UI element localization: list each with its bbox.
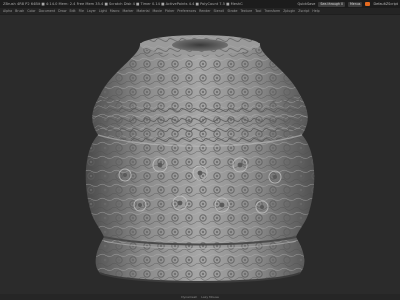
menu-file[interactable]: File xyxy=(79,9,84,13)
menu-alpha[interactable]: Alpha xyxy=(3,9,12,13)
menu-preferences[interactable]: Preferences xyxy=(177,9,196,13)
title-bar-controls: QuickSave See-through 0 Menus DefaultZSc… xyxy=(297,0,400,8)
menu-transform[interactable]: Transform xyxy=(264,9,280,13)
menu-stencil[interactable]: Stencil xyxy=(214,9,225,13)
menu-tool[interactable]: Tool xyxy=(255,9,261,13)
status-right[interactable]: Lazy Mouse xyxy=(201,295,219,299)
menu-picker[interactable]: Picker xyxy=(165,9,175,13)
vase-body xyxy=(85,43,315,283)
menu-layer[interactable]: Layer xyxy=(87,9,96,13)
quicksave-button[interactable]: QuickSave xyxy=(297,2,315,6)
menu-movie[interactable]: Movie xyxy=(152,9,161,13)
menu-render[interactable]: Render xyxy=(199,9,210,13)
menu-material[interactable]: Material xyxy=(137,9,150,13)
menus-button[interactable]: Menus xyxy=(348,1,363,7)
vase-opening xyxy=(140,35,260,55)
title-bar: ZBrush 4R8 P2 64Bit ■ 4:14.0 Mem: 2.4 Fr… xyxy=(0,0,400,8)
bottom-status-bar: Dynamesh Lazy Mouse xyxy=(0,294,400,300)
menu-document[interactable]: Document xyxy=(39,9,56,13)
menu-brush[interactable]: Brush xyxy=(15,9,24,13)
menu-texture[interactable]: Texture xyxy=(240,9,252,13)
menu-color[interactable]: Color xyxy=(27,9,35,13)
menu-draw[interactable]: Draw xyxy=(58,9,66,13)
orange-swatch-icon[interactable] xyxy=(365,2,371,6)
menu-marker[interactable]: Marker xyxy=(123,9,134,13)
sculpted-vase-model[interactable] xyxy=(0,15,400,295)
menu-help[interactable]: Help xyxy=(312,9,319,13)
see-through-slider[interactable]: See-through 0 xyxy=(318,1,346,7)
default-script-label[interactable]: DefaultZScript xyxy=(373,2,398,6)
menu-zplugin[interactable]: Zplugin xyxy=(283,9,295,13)
menu-stroke[interactable]: Stroke xyxy=(227,9,237,13)
window-title: ZBrush 4R8 P2 64Bit ■ 4:14.0 Mem: 2.4 Fr… xyxy=(3,2,243,6)
menu-macro[interactable]: Macro xyxy=(110,9,120,13)
menu-light[interactable]: Light xyxy=(99,9,107,13)
status-left[interactable]: Dynamesh xyxy=(181,295,197,299)
canvas-viewport[interactable] xyxy=(0,14,400,295)
menu-edit[interactable]: Edit xyxy=(69,9,75,13)
menu-zscript[interactable]: Zscript xyxy=(298,9,309,13)
